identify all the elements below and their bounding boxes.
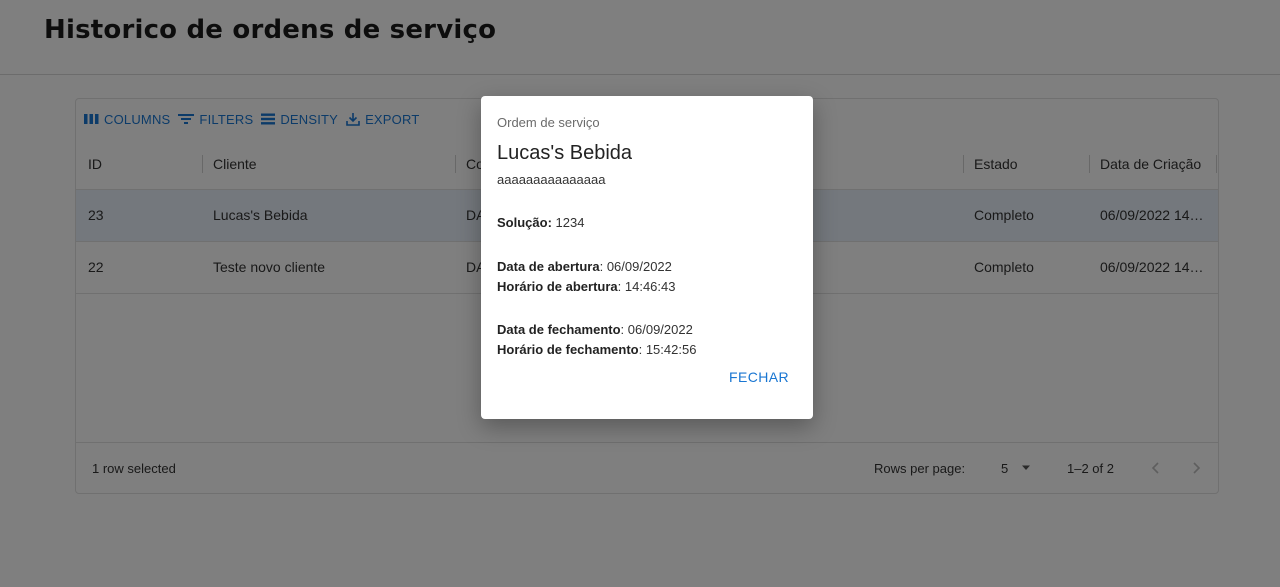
close-button[interactable]: FECHAR: [729, 369, 789, 385]
fechamento-data-value: : 06/09/2022: [620, 322, 693, 337]
abertura-data-value: : 06/09/2022: [599, 259, 672, 274]
abertura-hora-line: Horário de abertura: 14:46:43: [497, 279, 675, 294]
dialog-eyebrow: Ordem de serviço: [497, 115, 600, 130]
fechamento-data-line: Data de fechamento: 06/09/2022: [497, 322, 693, 337]
fechamento-hora-value: : 15:42:56: [638, 342, 697, 357]
abertura-data-line: Data de abertura: 06/09/2022: [497, 259, 672, 274]
dialog-title: Lucas's Bebida: [497, 142, 633, 164]
abertura-hora-label: Horário de abertura: [497, 279, 618, 294]
dialog-description: aaaaaaaaaaaaaaa: [497, 172, 606, 187]
fechamento-hora-line: Horário de fechamento: 15:42:56: [497, 342, 696, 357]
abertura-data-label: Data de abertura: [497, 259, 600, 274]
fechamento-data-label: Data de fechamento: [497, 322, 621, 337]
abertura-hora-value: : 14:46:43: [617, 279, 676, 294]
service-order-dialog: Ordem de serviço Lucas's Bebida aaaaaaaa…: [481, 96, 813, 419]
fechamento-hora-label: Horário de fechamento: [497, 342, 639, 357]
solucao-value: 1234: [551, 215, 585, 230]
solucao-label: Solução:: [497, 215, 552, 230]
solucao-line: Solução: 1234: [497, 215, 584, 230]
